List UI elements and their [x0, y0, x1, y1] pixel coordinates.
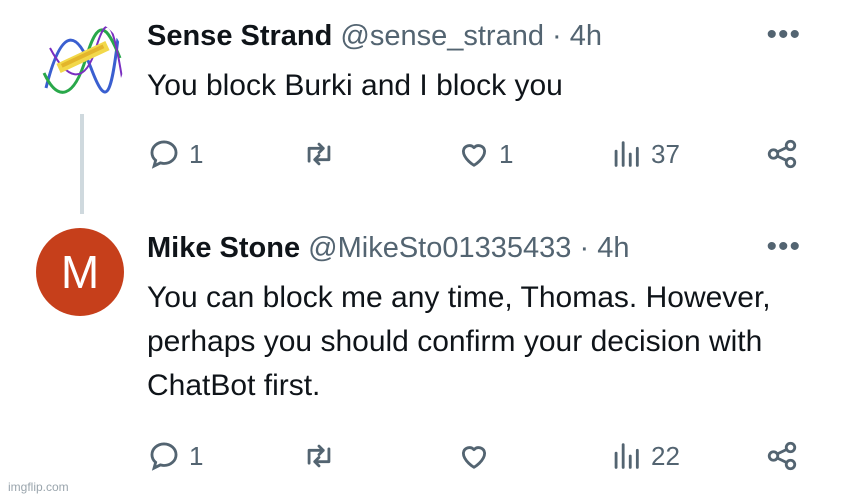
timestamp[interactable]: 4h	[597, 232, 629, 264]
thread-connector-line	[80, 114, 84, 214]
display-name[interactable]: Mike Stone	[147, 232, 300, 264]
tweet-header: Mike Stone @MikeSto01335433 · 4h	[147, 230, 629, 266]
avatar-initial: M	[60, 246, 100, 298]
views-chart-icon	[614, 443, 639, 469]
reply-icon	[150, 442, 178, 471]
separator-dot: ·	[579, 232, 590, 264]
share-icon	[767, 139, 797, 169]
more-options-icon[interactable]: •••	[766, 18, 801, 52]
retweet-icon	[307, 142, 331, 166]
heart-icon	[461, 446, 487, 469]
tweet-text: You can block me any time, Thomas. Howev…	[147, 281, 771, 402]
views-button[interactable]: 22	[609, 439, 680, 473]
reply-icon	[150, 140, 178, 169]
reply-button[interactable]: 1	[147, 439, 203, 473]
reply-count: 1	[189, 138, 204, 169]
retweet-button[interactable]	[302, 439, 344, 473]
views-chart-icon	[614, 141, 639, 167]
tweet-actions: 1 22	[147, 439, 807, 479]
heart-icon	[461, 144, 487, 167]
share-icon	[767, 441, 797, 471]
views-count: 22	[651, 440, 680, 471]
timestamp[interactable]: 4h	[570, 20, 602, 52]
avatar[interactable]: M	[36, 228, 124, 316]
reply-count: 1	[189, 440, 204, 471]
tweet-text: You block Burki and I block you	[147, 69, 563, 102]
tweet-sense-strand[interactable]: Sense Strand @sense_strand · 4h ••• You …	[0, 0, 841, 214]
share-button[interactable]	[765, 137, 799, 171]
dna-helix-logo-icon	[42, 25, 123, 94]
tweet-actions: 1 1 37	[147, 137, 807, 177]
views-button[interactable]: 37	[609, 137, 680, 171]
retweet-icon	[307, 444, 331, 468]
like-button[interactable]: 1	[457, 137, 513, 171]
retweet-button[interactable]	[302, 137, 344, 171]
more-options-icon[interactable]: •••	[766, 230, 801, 264]
user-handle[interactable]: @MikeSto01335433	[308, 232, 571, 264]
user-handle[interactable]: @sense_strand	[340, 20, 544, 52]
imgflip-watermark: imgflip.com	[8, 480, 69, 494]
tweet-header: Sense Strand @sense_strand · 4h	[147, 18, 602, 54]
like-button[interactable]	[457, 439, 499, 473]
avatar[interactable]	[36, 18, 124, 106]
tweet-mike-stone[interactable]: M Mike Stone @MikeSto01335433 · 4h ••• Y…	[0, 210, 841, 500]
display-name[interactable]: Sense Strand	[147, 20, 332, 52]
share-button[interactable]	[765, 439, 799, 473]
separator-dot: ·	[552, 20, 562, 52]
reply-button[interactable]: 1	[147, 137, 203, 171]
views-count: 37	[651, 138, 680, 169]
like-count: 1	[499, 138, 514, 169]
